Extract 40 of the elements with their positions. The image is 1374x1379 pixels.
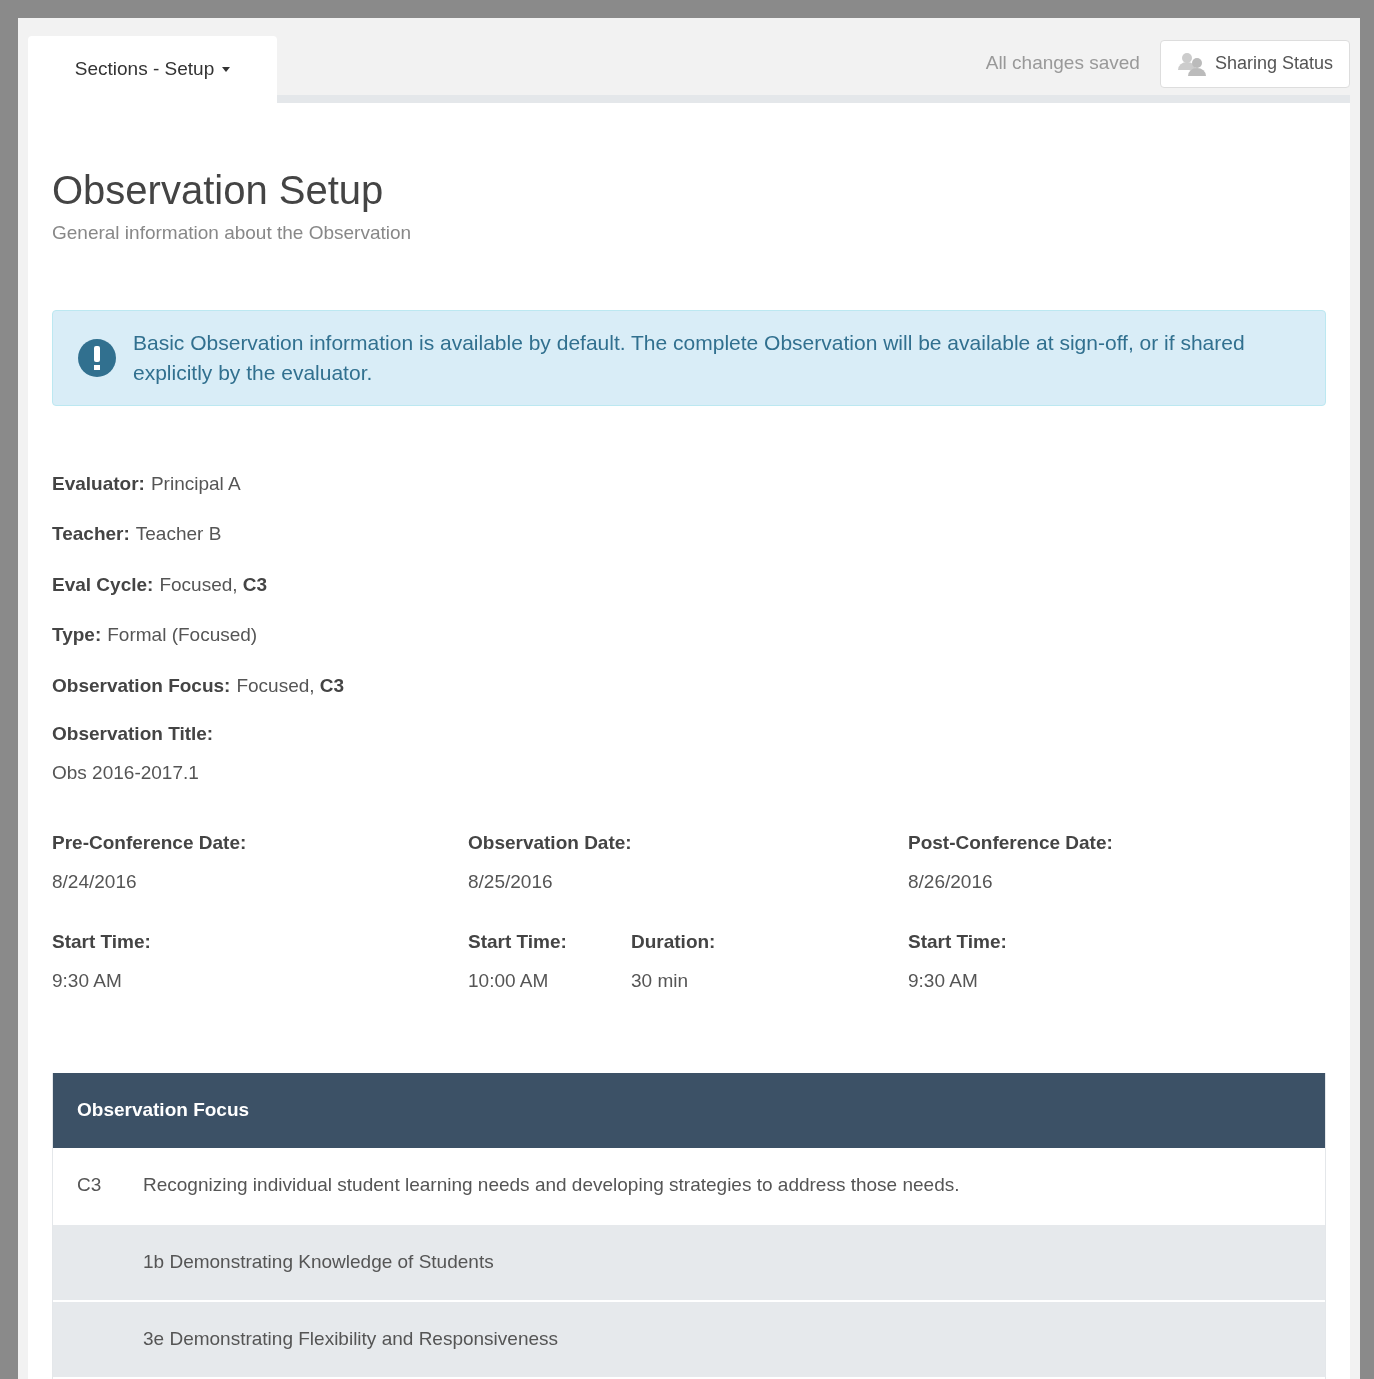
field-label: Observation Title: — [52, 722, 215, 746]
field-label: Evaluator: — [52, 471, 145, 496]
field-label: Start Time: — [908, 930, 1008, 954]
alert-message: Basic Observation information is available by default. The complete Observation will be available at sign-off, or if shared explicitly by the evaluator. — [133, 329, 1246, 386]
field-label: Type: — [52, 623, 102, 647]
field-value: Principal A — [150, 471, 241, 496]
page-title: Observation Setup — [52, 167, 385, 214]
field-label: Eval Cycle: — [52, 572, 154, 597]
exclamation-icon — [77, 337, 117, 378]
field-label: Start Time: — [468, 930, 568, 954]
table-cell-text: 1b Demonstrating Knowledge of Students — [143, 1250, 494, 1275]
field-value: 8/24/2016 — [52, 869, 138, 894]
field-value: 9:30 AM — [52, 968, 123, 993]
field-label: Teacher: — [52, 522, 130, 546]
caret-icon — [222, 67, 231, 72]
field-value: Obs 2016-2017.1 — [52, 760, 200, 785]
field-label: Pre-Conference Date: — [52, 831, 248, 855]
table-cell-text: Recognizing individual student learning needs and developing strategies to address those needs. — [143, 1173, 960, 1198]
save-status: All changes saved — [985, 51, 1140, 76]
sharing-status-button[interactable]: Sharing Status — [1159, 39, 1350, 88]
field-value: 8/25/2016 — [468, 869, 554, 894]
page-subtitle: General information about the Observation — [52, 221, 413, 245]
field-label: Observation Date: — [468, 831, 633, 855]
field-label: Post-Conference Date: — [908, 831, 1114, 855]
field-value: 8/26/2016 — [908, 869, 994, 894]
sections-dropdown-tab[interactable]: Sections - Setup — [28, 36, 277, 103]
field-label: Start Time: — [52, 930, 152, 954]
field-value: 30 min — [631, 968, 690, 993]
field-label: Duration: — [631, 930, 717, 954]
field-value: Formal (Focused) — [107, 623, 258, 647]
field-value: Focused, C3 — [159, 572, 268, 597]
table-cell-text: 3e Demonstrating Flexibility and Responsiveness — [143, 1327, 559, 1352]
users-icon — [1176, 51, 1207, 76]
field-value: 9:30 AM — [908, 968, 979, 993]
field-label: Observation Focus: — [52, 673, 231, 698]
field-value: Focused, C3 — [236, 673, 345, 698]
table-heading: Observation Focus — [77, 1098, 250, 1123]
field-value: Teacher B — [135, 522, 222, 546]
table-cell-text: C3 — [77, 1173, 103, 1198]
field-value: 10:00 AM — [468, 968, 550, 993]
